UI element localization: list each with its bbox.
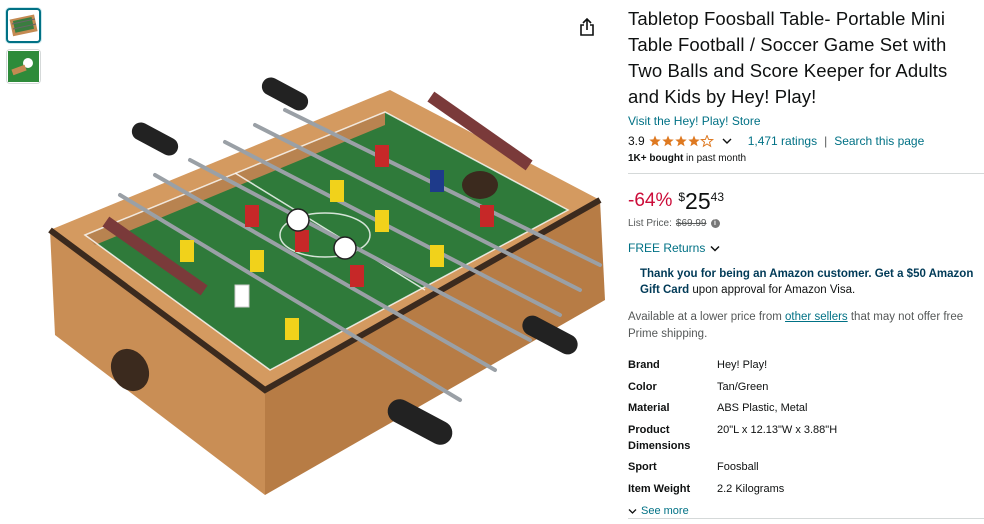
price-currency: $ [678, 190, 686, 204]
chevron-down-icon [628, 508, 637, 514]
product-details: Tabletop Foosball Table- Portable Mini T… [628, 6, 984, 517]
product-specs-table: Brand Hey! Play! Color Tan/Green Material A… [628, 354, 837, 499]
chevron-down-icon [710, 245, 720, 252]
spec-key: Sport [628, 461, 657, 473]
spec-value: Foosball [717, 461, 759, 473]
thumbnail-1[interactable] [6, 8, 41, 43]
search-this-page-link[interactable]: Search this page [834, 133, 924, 149]
credit-card-promo[interactable]: Thank you for being an Amazon customer. … [640, 266, 980, 298]
price-row: -64% $ 25 43 [628, 188, 978, 214]
free-returns-label: FREE Returns [628, 241, 706, 255]
list-price-value: $69.99 [675, 218, 707, 229]
bought-count-bold: 1K+ bought [628, 153, 684, 164]
list-price-label: List Price: [628, 218, 672, 229]
thumbnail-2[interactable] [6, 49, 41, 84]
spec-key: Brand [628, 359, 660, 371]
divider [628, 173, 984, 174]
price-whole: 25 [685, 188, 711, 214]
divider [628, 518, 984, 519]
spec-row: Item Weight 2.2 Kilograms [628, 478, 837, 500]
spec-value: Tan/Green [717, 380, 769, 393]
spec-key: Color [628, 380, 657, 393]
bought-count-rest: in past month [683, 153, 747, 164]
ratings-link[interactable]: 1,471 ratings [748, 133, 817, 149]
other-sellers-link[interactable]: other sellers [785, 311, 848, 323]
spec-row: Product Dimensions 20"L x 12.13"W x 3.88"… [628, 419, 837, 457]
info-icon[interactable]: i [710, 219, 720, 228]
foosball-thumb-image-2 [8, 51, 39, 82]
star-rating[interactable] [648, 134, 715, 148]
spec-key: Material [628, 402, 670, 414]
spec-value: 2.2 Kilograms [717, 482, 785, 495]
see-more-link[interactable]: See more [628, 505, 978, 517]
foosball-thumb-image [9, 14, 38, 37]
spec-value: 20"L x 12.13"W x 3.88"H [717, 423, 838, 436]
thumbnail-strip [6, 8, 42, 90]
rating-row: 3.9 1,471 ratings | Search this page [628, 133, 978, 149]
discount-badge: -64% [628, 190, 673, 211]
list-price: List Price: $69.99 i [628, 218, 978, 229]
spec-row: Brand Hey! Play! [628, 354, 837, 376]
bought-count: 1K+ bought in past month [628, 153, 978, 165]
spec-value: ABS Plastic, Metal [717, 402, 808, 414]
spec-key: Item Weight [628, 482, 691, 495]
product-main-image[interactable] [40, 70, 610, 510]
availability-before: Available at a lower price from [628, 311, 786, 323]
rating-value[interactable]: 3.9 [628, 133, 645, 149]
promo-rest-text: upon approval for Amazon Visa. [689, 284, 856, 296]
store-link[interactable]: Visit the Hey! Play! Store [628, 114, 978, 129]
price-fraction: 43 [710, 190, 724, 204]
share-icon[interactable] [578, 17, 596, 37]
product-title: Tabletop Foosball Table- Portable Mini T… [628, 8, 948, 107]
star-icon [648, 134, 714, 147]
free-returns-link[interactable]: FREE Returns [628, 241, 978, 255]
spec-row: Color Tan/Green [628, 376, 837, 398]
availability-note: Available at a lower price from other se… [628, 309, 983, 343]
spec-row: Sport Foosball [628, 456, 837, 478]
separator: | [824, 134, 828, 148]
chevron-down-icon[interactable] [722, 137, 732, 145]
spec-key: Product Dimensions [628, 423, 691, 452]
see-more-label: See more [641, 505, 689, 517]
spec-value: Hey! Play! [717, 359, 768, 371]
spec-row: Material ABS Plastic, Metal [628, 397, 837, 419]
